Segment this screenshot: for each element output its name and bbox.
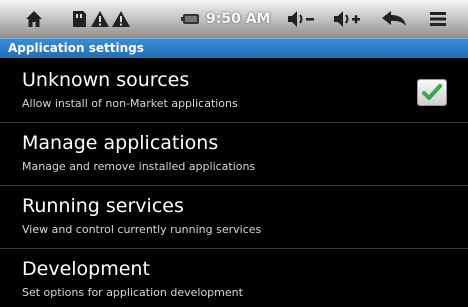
setting-summary: Set options for application development [22,286,243,299]
unknown-sources-checkbox[interactable] [417,79,447,106]
setting-running-services[interactable]: Running services View and control curren… [0,189,468,247]
sd-card-icon [73,11,86,27]
home-icon[interactable] [24,9,44,29]
volume-down-icon[interactable] [286,9,316,29]
page-title: Application settings [8,41,144,55]
status-bar: 9:50 AM [0,0,468,38]
setting-summary: View and control currently running servi… [22,223,262,236]
battery-icon [181,14,199,24]
setting-manage-applications[interactable]: Manage applications Manage and remove in… [0,126,468,184]
setting-development[interactable]: Development Set options for application … [0,252,468,307]
clock: 9:50 AM [206,11,271,27]
checkmark-icon [422,84,442,100]
divider [0,122,468,123]
setting-summary: Manage and remove installed applications [22,160,256,173]
setting-title: Running services [22,195,184,217]
warning-icon [91,11,109,27]
setting-title: Development [22,258,150,280]
title-bar: Application settings [0,38,468,58]
setting-title: Manage applications [22,132,219,154]
divider [0,185,468,186]
setting-title: Unknown sources [22,69,190,91]
setting-unknown-sources[interactable]: Unknown sources Allow install of non-Mar… [0,63,468,121]
back-icon[interactable] [380,9,408,29]
warning-icon [112,11,130,27]
menu-icon[interactable] [428,9,448,29]
divider [0,248,468,249]
setting-summary: Allow install of non-Market applications [22,97,238,110]
volume-up-icon[interactable] [332,9,362,29]
